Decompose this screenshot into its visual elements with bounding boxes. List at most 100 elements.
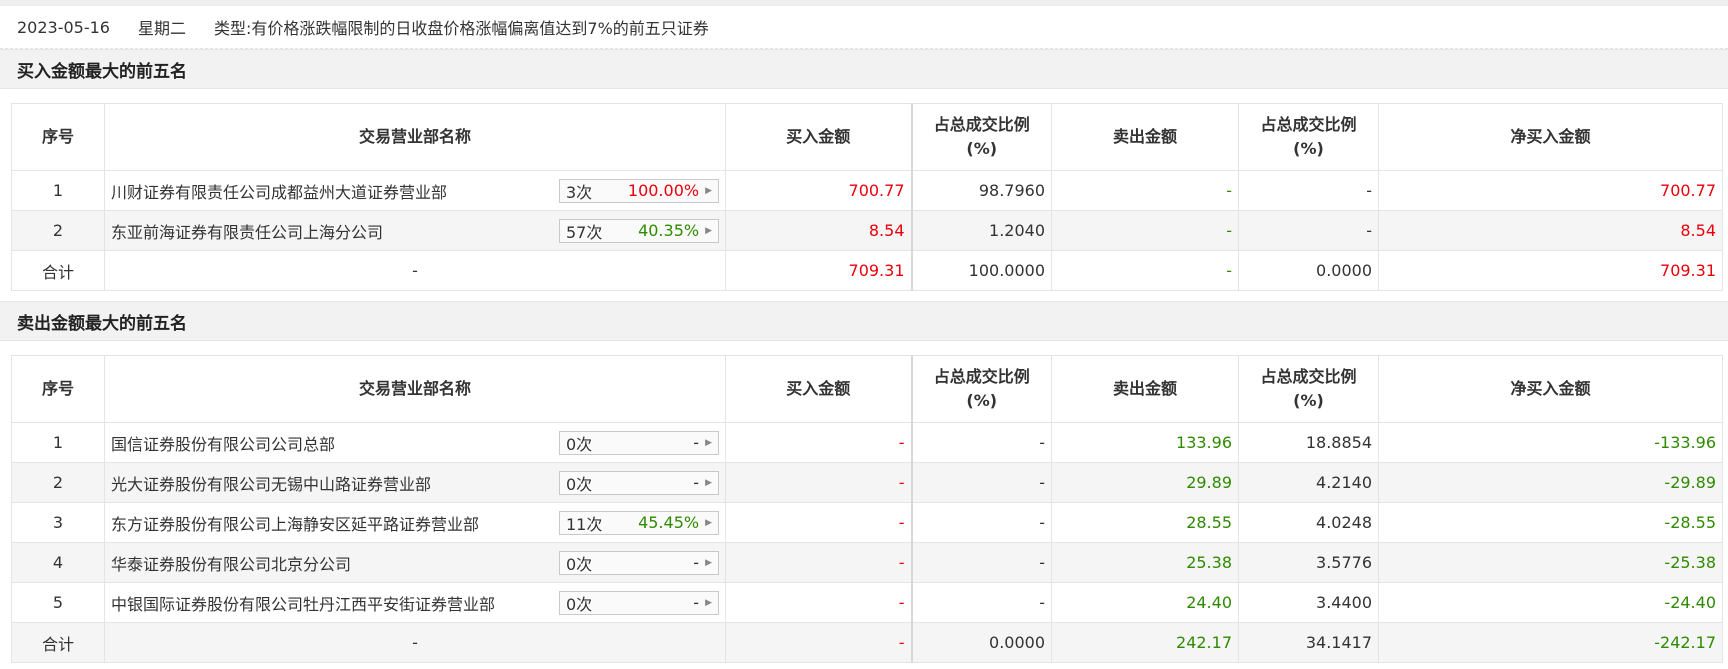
caret-right-icon: ▶: [705, 225, 712, 236]
trade-date: 2023-05-16: [17, 17, 110, 37]
total-sell: -: [1051, 250, 1239, 291]
buy-amount: -: [725, 462, 912, 503]
table-row: 4 华泰证券股份有限公司北京分公司 0次 - ▶ - - 25.38 3.577…: [11, 542, 1723, 583]
sell-table-header: 序号 交易营业部名称 买入金额 占总成交比例 (%) 卖出金额 占总成交比例 (%)…: [11, 355, 1723, 423]
sell-ratio: -: [1238, 210, 1379, 251]
table-row: 2 东亚前海证券有限责任公司上海分公司 57次 40.35% ▶ 8.54 1.…: [11, 210, 1723, 251]
header-buy: 买入金额: [725, 355, 912, 423]
net-amount: -133.96: [1378, 422, 1723, 463]
header-buy: 买入金额: [725, 103, 912, 171]
total-buy-ratio: 0.0000: [910, 622, 1052, 663]
total-buy: -: [725, 622, 912, 663]
sell-table: 序号 交易营业部名称 买入金额 占总成交比例 (%) 卖出金额 占总成交比例 (%)…: [11, 355, 1723, 663]
times-count: 11次: [566, 514, 603, 534]
success-rate: 45.45%: [638, 513, 700, 532]
row-seq: 2: [11, 210, 105, 251]
caret-right-icon: ▶: [705, 557, 712, 568]
times-count: 0次: [566, 434, 593, 454]
total-sell-ratio: 34.1417: [1238, 622, 1379, 663]
history-badge[interactable]: 0次 - ▶: [559, 590, 719, 615]
sell-section-title: 卖出金额最大的前五名: [0, 301, 1728, 341]
sell-amount: -: [1051, 210, 1239, 251]
success-rate: -: [693, 553, 700, 572]
broker-name: 东方证券股份有限公司上海静安区延平路证券营业部: [111, 514, 480, 534]
buy-amount: 8.54: [725, 210, 912, 251]
row-seq: 2: [11, 462, 105, 503]
total-label: 合计: [11, 250, 105, 291]
table-row: 1 川财证券有限责任公司成都益州大道证券营业部 3次 100.00% ▶ 700…: [11, 170, 1723, 211]
total-label: 合计: [11, 622, 105, 663]
broker-name: 国信证券股份有限公司公司总部: [111, 434, 336, 454]
buy-ratio: -: [910, 502, 1052, 543]
table-row: 5 中银国际证券股份有限公司牡丹江西平安街证券营业部 0次 - ▶ - - 24…: [11, 582, 1723, 623]
history-badge[interactable]: 3次 100.00% ▶: [559, 178, 719, 203]
total-net: 709.31: [1378, 250, 1723, 291]
buy-table-header: 序号 交易营业部名称 买入金额 占总成交比例 (%) 卖出金额 占总成交比例 (%)…: [11, 103, 1723, 171]
history-badge[interactable]: 57次 40.35% ▶: [559, 218, 719, 243]
total-sell: 242.17: [1051, 622, 1239, 663]
type-value: 有价格涨跌幅限制的日收盘价格涨幅偏离值达到7%的前五只证券: [251, 19, 709, 38]
total-net: -242.17: [1378, 622, 1723, 663]
caret-right-icon: ▶: [705, 597, 712, 608]
net-amount: -24.40: [1378, 582, 1723, 623]
info-bar: 2023-05-16 星期二 类型: 有价格涨跌幅限制的日收盘价格涨幅偏离值达到…: [0, 6, 1728, 49]
success-rate: 100.00%: [627, 181, 700, 200]
sell-ratio: -: [1238, 170, 1379, 211]
buy-amount: -: [725, 542, 912, 583]
net-amount: -28.55: [1378, 502, 1723, 543]
success-rate: -: [693, 473, 700, 492]
caret-right-icon: ▶: [705, 517, 712, 528]
header-sell: 卖出金额: [1051, 103, 1239, 171]
total-name: -: [104, 622, 726, 663]
row-seq: 5: [11, 582, 105, 623]
header-sell-ratio: 占总成交比例 (%): [1238, 103, 1379, 171]
history-badge[interactable]: 0次 - ▶: [559, 470, 719, 495]
history-badge[interactable]: 11次 45.45% ▶: [559, 510, 719, 535]
trade-weekday: 星期二: [137, 19, 186, 38]
times-count: 57次: [566, 222, 603, 242]
sell-ratio: 3.4400: [1238, 582, 1379, 623]
sell-amount: 24.40: [1051, 582, 1239, 623]
header-seq: 序号: [11, 355, 105, 423]
sell-amount: 133.96: [1051, 422, 1239, 463]
net-amount: -25.38: [1378, 542, 1723, 583]
caret-right-icon: ▶: [705, 185, 712, 196]
broker-name: 川财证券有限责任公司成都益州大道证券营业部: [111, 182, 448, 202]
header-buy-ratio: 占总成交比例 (%): [910, 355, 1052, 423]
history-badge[interactable]: 0次 - ▶: [559, 430, 719, 455]
times-count: 3次: [566, 182, 593, 202]
buy-amount: -: [725, 502, 912, 543]
header-seq: 序号: [11, 103, 105, 171]
header-sell-ratio: 占总成交比例 (%): [1238, 355, 1379, 423]
broker-name: 东亚前海证券有限责任公司上海分公司: [111, 222, 384, 242]
buy-ratio: -: [910, 542, 1052, 583]
buy-amount: -: [725, 422, 912, 463]
header-net: 净买入金额: [1378, 355, 1723, 423]
row-seq: 4: [11, 542, 105, 583]
broker-name: 中银国际证券股份有限公司牡丹江西平安街证券营业部: [111, 594, 496, 614]
buy-ratio: -: [910, 422, 1052, 463]
net-amount: -29.89: [1378, 462, 1723, 503]
buy-ratio: 1.2040: [910, 210, 1052, 251]
buy-section-title: 买入金额最大的前五名: [0, 49, 1728, 89]
type-label: 类型:: [214, 19, 252, 38]
table-row: 3 东方证券股份有限公司上海静安区延平路证券营业部 11次 45.45% ▶ -…: [11, 502, 1723, 543]
buy-ratio: -: [910, 582, 1052, 623]
sell-ratio: 3.5776: [1238, 542, 1379, 583]
net-amount: 700.77: [1378, 170, 1723, 211]
times-count: 0次: [566, 554, 593, 574]
buy-ratio: -: [910, 462, 1052, 503]
buy-amount: -: [725, 582, 912, 623]
success-rate: -: [693, 593, 700, 612]
table-row: 2 光大证券股份有限公司无锡中山路证券营业部 0次 - ▶ - - 29.89 …: [11, 462, 1723, 503]
total-buy: 709.31: [725, 250, 912, 291]
header-name: 交易营业部名称: [104, 355, 726, 423]
broker-name: 光大证券股份有限公司无锡中山路证券营业部: [111, 474, 432, 494]
history-badge[interactable]: 0次 - ▶: [559, 550, 719, 575]
times-count: 0次: [566, 594, 593, 614]
caret-right-icon: ▶: [705, 437, 712, 448]
sell-ratio: 4.2140: [1238, 462, 1379, 503]
sell-ratio: 18.8854: [1238, 422, 1379, 463]
buy-table: 序号 交易营业部名称 买入金额 占总成交比例 (%) 卖出金额 占总成交比例 (%)…: [11, 103, 1723, 291]
table-row: 1 国信证券股份有限公司公司总部 0次 - ▶ - - 133.96 18.88…: [11, 422, 1723, 463]
